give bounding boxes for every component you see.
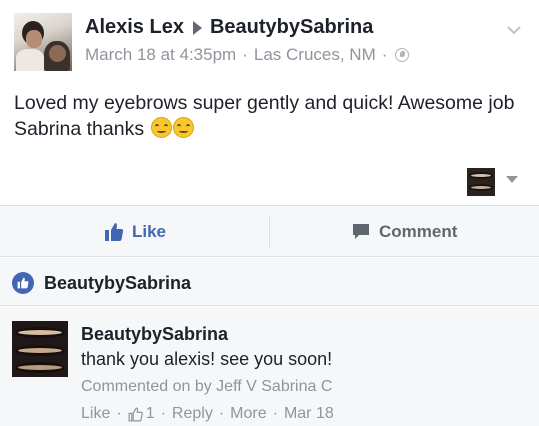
chevron-down-icon[interactable]: [506, 22, 522, 38]
shared-to-arrow-icon: [192, 20, 202, 35]
author-avatar[interactable]: [14, 13, 72, 71]
comment-actions: Like · 1 · Reply · More · Mar 18: [81, 405, 334, 423]
like-label: Like: [132, 222, 167, 241]
action-separator: ·: [116, 405, 122, 422]
comment-author[interactable]: BeautybySabrina: [81, 324, 228, 345]
meta-separator: ·: [242, 45, 248, 64]
comment-icon: [353, 224, 369, 239]
comment-more-link[interactable]: More: [230, 405, 266, 423]
comment: BeautybySabrina thank you alexis! see yo…: [0, 307, 539, 426]
commented-on-by[interactable]: Commented on by Jeff V Sabrina C: [81, 378, 332, 396]
action-separator: ·: [160, 405, 166, 422]
comment-text: thank you alexis! see you soon!: [81, 349, 333, 369]
post-date[interactable]: March 18 at 4:35pm: [85, 45, 236, 65]
comment-like-count[interactable]: 1: [128, 405, 155, 423]
like-button[interactable]: Like: [104, 220, 166, 244]
comment-date[interactable]: Mar 18: [284, 405, 334, 423]
commenter-avatar[interactable]: [12, 321, 68, 377]
meta-separator: ·: [381, 45, 388, 64]
author-name[interactable]: Alexis Lex: [85, 16, 184, 39]
page-avatar-small[interactable]: [467, 168, 495, 196]
post-header: Alexis Lex BeautybySabrina March 18 at 4…: [0, 0, 539, 82]
comment-reply-link[interactable]: Reply: [172, 405, 213, 423]
post-meta: March 18 at 4:35pm · Las Cruces, NM ·: [85, 45, 410, 65]
action-bar: Like Comment: [0, 205, 539, 257]
globe-icon[interactable]: [395, 48, 410, 62]
like-badge-icon: [12, 272, 34, 294]
likes-summary: BeautybySabrina: [0, 258, 539, 306]
post-names: Alexis Lex BeautybySabrina: [85, 16, 373, 39]
thumbs-up-icon: [105, 223, 124, 241]
smiling-face-icon: [150, 117, 172, 138]
post-body: Loved my eyebrows super gently and quick…: [14, 90, 524, 142]
chevron-down-icon[interactable]: [506, 176, 518, 184]
comment-like-link[interactable]: Like: [81, 405, 110, 423]
target-page-name[interactable]: BeautybySabrina: [210, 16, 373, 39]
thumbs-up-icon: [128, 407, 143, 421]
action-separator: ·: [218, 405, 225, 422]
post-text: Loved my eyebrows super gently and quick…: [14, 92, 515, 140]
action-divider: [269, 216, 270, 248]
post-location[interactable]: Las Cruces, NM: [254, 45, 376, 65]
comment-label: Comment: [379, 222, 458, 241]
liker-name[interactable]: BeautybySabrina: [44, 273, 191, 294]
comment-button[interactable]: Comment: [352, 220, 457, 244]
like-count: 1: [145, 405, 155, 422]
smiling-face-icon: [172, 117, 194, 138]
action-separator: ·: [272, 405, 278, 422]
